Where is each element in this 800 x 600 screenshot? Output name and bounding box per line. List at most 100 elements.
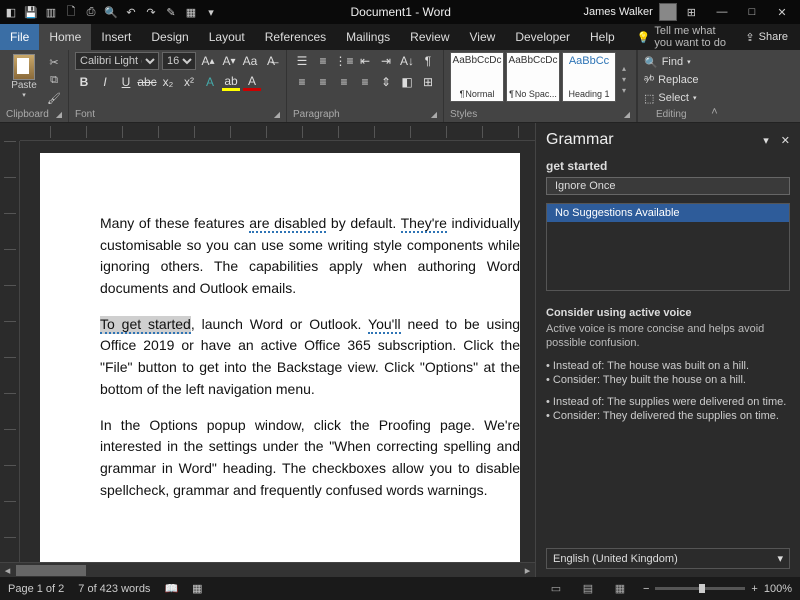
grow-font-icon[interactable]: A▴ [199, 52, 217, 70]
increase-indent-icon[interactable]: ⇥ [377, 52, 395, 70]
highlight-icon[interactable]: ab [222, 73, 240, 91]
print-icon[interactable]: ⎙ [84, 5, 98, 19]
word-count[interactable]: 7 of 423 words [78, 583, 150, 595]
format-painter-icon[interactable]: 🖌 [46, 90, 62, 106]
ignore-once-button[interactable]: Ignore Once [546, 177, 790, 195]
line-spacing-icon[interactable]: ⇕ [377, 73, 395, 91]
tab-home[interactable]: Home [39, 24, 91, 50]
save-icon[interactable]: 💾 [24, 5, 38, 19]
change-case-icon[interactable]: Aa [241, 52, 259, 70]
clear-formatting-icon[interactable]: A̶ [262, 52, 280, 70]
horizontal-scrollbar[interactable]: ◂ ▸ [0, 562, 535, 577]
cut-icon[interactable]: ✂ [46, 54, 62, 70]
qat-more-icon[interactable]: ▾ [204, 5, 218, 19]
ribbon-display-icon[interactable]: ⊞ [687, 6, 696, 19]
dialog-launcher-icon[interactable]: ◢ [274, 110, 280, 119]
new-icon[interactable]: 🗋 [64, 5, 78, 19]
tab-design[interactable]: Design [141, 24, 198, 50]
spellcheck-icon[interactable]: 📖 [164, 582, 178, 595]
align-right-icon[interactable]: ≡ [335, 73, 353, 91]
share-button[interactable]: ⇪ Share [733, 24, 800, 50]
macro-icon[interactable]: ▦ [192, 582, 202, 595]
italic-button[interactable]: I [96, 73, 114, 91]
dialog-launcher-icon[interactable]: ◢ [56, 110, 62, 119]
tell-me-search[interactable]: 💡 Tell me what you want to do [625, 24, 734, 50]
tab-layout[interactable]: Layout [199, 24, 255, 50]
page-indicator[interactable]: Page 1 of 2 [8, 583, 64, 595]
web-layout-icon[interactable]: ▦ [611, 581, 629, 597]
zoom-level[interactable]: 100% [764, 583, 792, 595]
user-account[interactable]: James Walker [584, 3, 677, 21]
strikethrough-button[interactable]: abc [138, 73, 156, 91]
font-family-select[interactable]: Calibri Light (H [75, 52, 159, 70]
vertical-ruler[interactable] [0, 141, 20, 562]
multilevel-icon[interactable]: ⋮≡ [335, 52, 353, 70]
print-layout-icon[interactable]: ▤ [579, 581, 597, 597]
text-effects-icon[interactable]: A [201, 73, 219, 91]
align-left-icon[interactable]: ≡ [293, 73, 311, 91]
language-select[interactable]: English (United Kingdom) ▾ [546, 548, 790, 569]
copy-icon[interactable]: ⧉ [46, 72, 62, 88]
paragraph[interactable]: Many of these features are disabled by d… [100, 213, 520, 300]
replace-button[interactable]: ᵃ⁄ᵇReplace [644, 72, 698, 88]
style-no-spacing[interactable]: AaBbCcDc ¶No Spac... [506, 52, 560, 102]
tab-help[interactable]: Help [580, 24, 625, 50]
close-button[interactable]: ✕ [768, 2, 796, 22]
dialog-launcher-icon[interactable]: ◢ [624, 110, 630, 119]
tab-references[interactable]: References [255, 24, 336, 50]
table-icon[interactable]: ▦ [184, 5, 198, 19]
horizontal-ruler[interactable] [20, 123, 535, 141]
undo-icon[interactable]: ↶ [124, 5, 138, 19]
collapse-ribbon-icon[interactable]: ˄ [704, 50, 724, 122]
scroll-right-icon[interactable]: ▸ [520, 563, 535, 578]
tab-view[interactable]: View [460, 24, 506, 50]
style-normal[interactable]: AaBbCcDc ¶Normal [450, 52, 504, 102]
numbering-icon[interactable]: ≡ [314, 52, 332, 70]
justify-icon[interactable]: ≡ [356, 73, 374, 91]
tab-insert[interactable]: Insert [91, 24, 141, 50]
suggestion-item[interactable]: No Suggestions Available [547, 204, 789, 222]
document-scroll[interactable]: Many of these features are disabled by d… [20, 141, 535, 562]
redo-icon[interactable]: ↷ [144, 5, 158, 19]
bold-button[interactable]: B [75, 73, 93, 91]
zoom-in-button[interactable]: + [751, 583, 757, 595]
tab-file[interactable]: File [0, 24, 39, 50]
tab-mailings[interactable]: Mailings [336, 24, 400, 50]
styles-gallery-more[interactable]: ▴▾▾ [618, 52, 630, 106]
zoom-slider[interactable] [655, 587, 745, 590]
zoom-out-button[interactable]: − [643, 583, 649, 595]
scroll-thumb[interactable] [16, 565, 86, 576]
sort-icon[interactable]: A↓ [398, 52, 416, 70]
pane-options-icon[interactable]: ▾ [763, 134, 769, 147]
underline-button[interactable]: U [117, 73, 135, 91]
maximize-button[interactable]: □ [738, 2, 766, 22]
bullets-icon[interactable]: ☰ [293, 52, 311, 70]
dialog-launcher-icon[interactable]: ◢ [431, 110, 437, 119]
subscript-button[interactable]: x₂ [159, 73, 177, 91]
style-heading1[interactable]: AaBbCc Heading 1 [562, 52, 616, 102]
preview-icon[interactable]: 🔍 [104, 5, 118, 19]
show-marks-icon[interactable]: ¶ [419, 52, 437, 70]
document-page[interactable]: Many of these features are disabled by d… [40, 153, 520, 562]
decrease-indent-icon[interactable]: ⇤ [356, 52, 374, 70]
superscript-button[interactable]: x² [180, 73, 198, 91]
borders-icon[interactable]: ⊞ [419, 73, 437, 91]
autosave-icon[interactable]: ◧ [4, 5, 18, 19]
pane-close-icon[interactable]: ✕ [781, 134, 790, 147]
minimize-button[interactable]: — [708, 2, 736, 22]
tab-developer[interactable]: Developer [505, 24, 580, 50]
edit-icon[interactable]: ✎ [164, 5, 178, 19]
select-button[interactable]: ⬚Select▾ [644, 90, 698, 106]
font-color-icon[interactable]: A [243, 73, 261, 91]
font-size-select[interactable]: 16 [162, 52, 196, 70]
tab-review[interactable]: Review [400, 24, 459, 50]
scroll-left-icon[interactable]: ◂ [0, 563, 15, 578]
shading-icon[interactable]: ◧ [398, 73, 416, 91]
align-center-icon[interactable]: ≡ [314, 73, 332, 91]
find-button[interactable]: 🔍Find▾ [644, 54, 698, 70]
shrink-font-icon[interactable]: A▾ [220, 52, 238, 70]
folder-icon[interactable]: ▥ [44, 5, 58, 19]
paste-button[interactable]: Paste ▾ [6, 52, 42, 106]
read-mode-icon[interactable]: ▭ [547, 581, 565, 597]
paragraph[interactable]: To get started, launch Word or Outlook. … [100, 314, 520, 401]
